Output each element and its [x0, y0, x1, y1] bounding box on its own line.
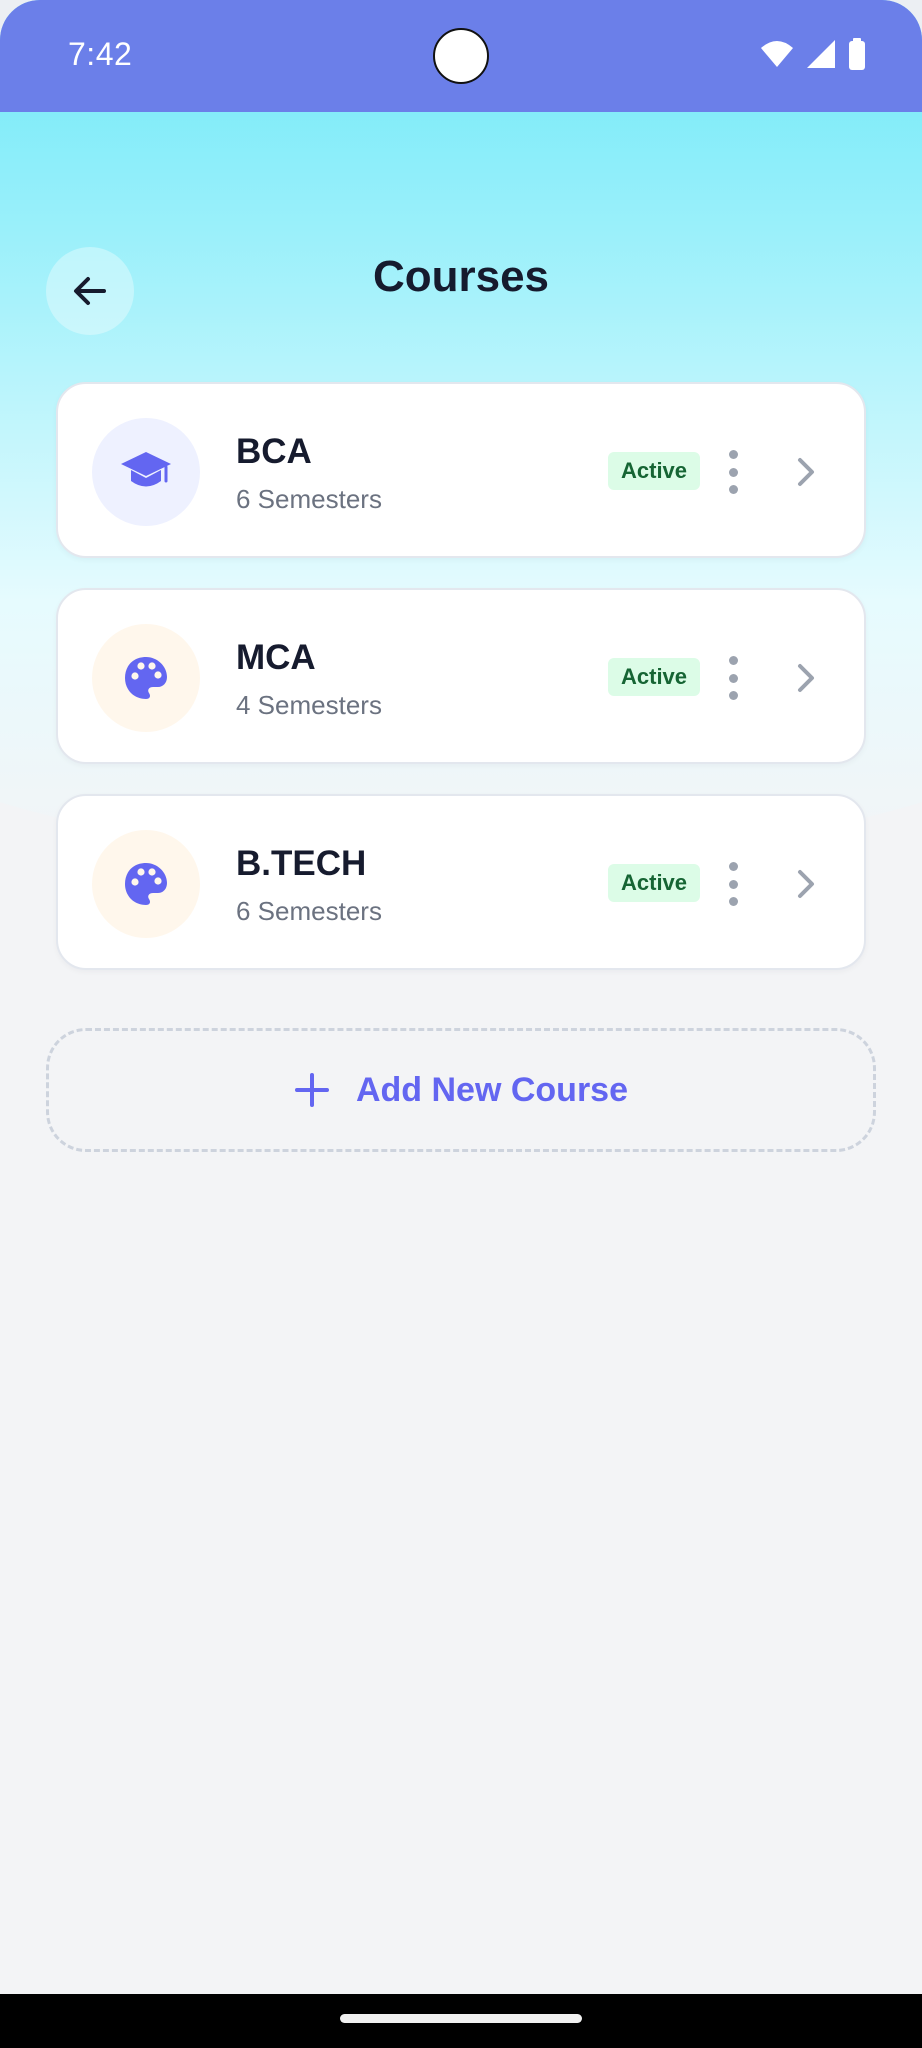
signal-icon — [807, 40, 835, 68]
chevron-right-icon[interactable] — [792, 662, 820, 694]
navigation-bar — [0, 1994, 922, 2048]
plus-icon — [294, 1073, 329, 1107]
course-semesters: 4 Semesters — [236, 690, 382, 720]
course-name: BCA — [236, 432, 312, 471]
chevron-right-icon[interactable] — [792, 456, 820, 488]
status-icons — [760, 38, 866, 70]
palette-icon — [125, 863, 167, 905]
more-options-button[interactable] — [720, 862, 746, 906]
more-options-button[interactable] — [720, 450, 746, 494]
status-badge: Active — [608, 452, 701, 490]
camera-cutout — [433, 28, 489, 84]
course-semesters: 6 Semesters — [236, 896, 382, 926]
course-card-btech[interactable]: B.TECH 6 Semesters Active — [56, 794, 866, 970]
course-card-mca[interactable]: MCA 4 Semesters Active — [56, 588, 866, 764]
screen: 7:42 Courses BCA 6 Semesters Active MCA … — [0, 0, 922, 2048]
status-badge: Active — [608, 658, 701, 696]
status-bar: 7:42 — [0, 0, 922, 112]
page-title: Courses — [372, 252, 550, 301]
palette-icon — [125, 657, 167, 699]
course-semesters: 6 Semesters — [236, 484, 382, 514]
course-name: MCA — [236, 638, 316, 677]
chevron-right-icon[interactable] — [792, 868, 820, 900]
course-list: BCA 6 Semesters Active MCA 4 Semesters A… — [56, 382, 866, 1000]
more-options-button[interactable] — [720, 656, 746, 700]
add-course-button[interactable]: Add New Course — [46, 1028, 876, 1152]
home-indicator[interactable] — [340, 2014, 582, 2023]
course-icon-badge — [92, 830, 200, 938]
course-icon-badge — [92, 418, 200, 526]
status-badge: Active — [608, 864, 701, 902]
wifi-icon — [761, 41, 793, 67]
add-course-label: Add New Course — [355, 1070, 629, 1109]
course-icon-badge — [92, 624, 200, 732]
course-name: B.TECH — [236, 844, 367, 883]
graduation-cap-icon — [121, 452, 171, 487]
status-time: 7:42 — [68, 36, 133, 72]
course-card-bca[interactable]: BCA 6 Semesters Active — [56, 382, 866, 558]
battery-icon — [849, 38, 865, 70]
